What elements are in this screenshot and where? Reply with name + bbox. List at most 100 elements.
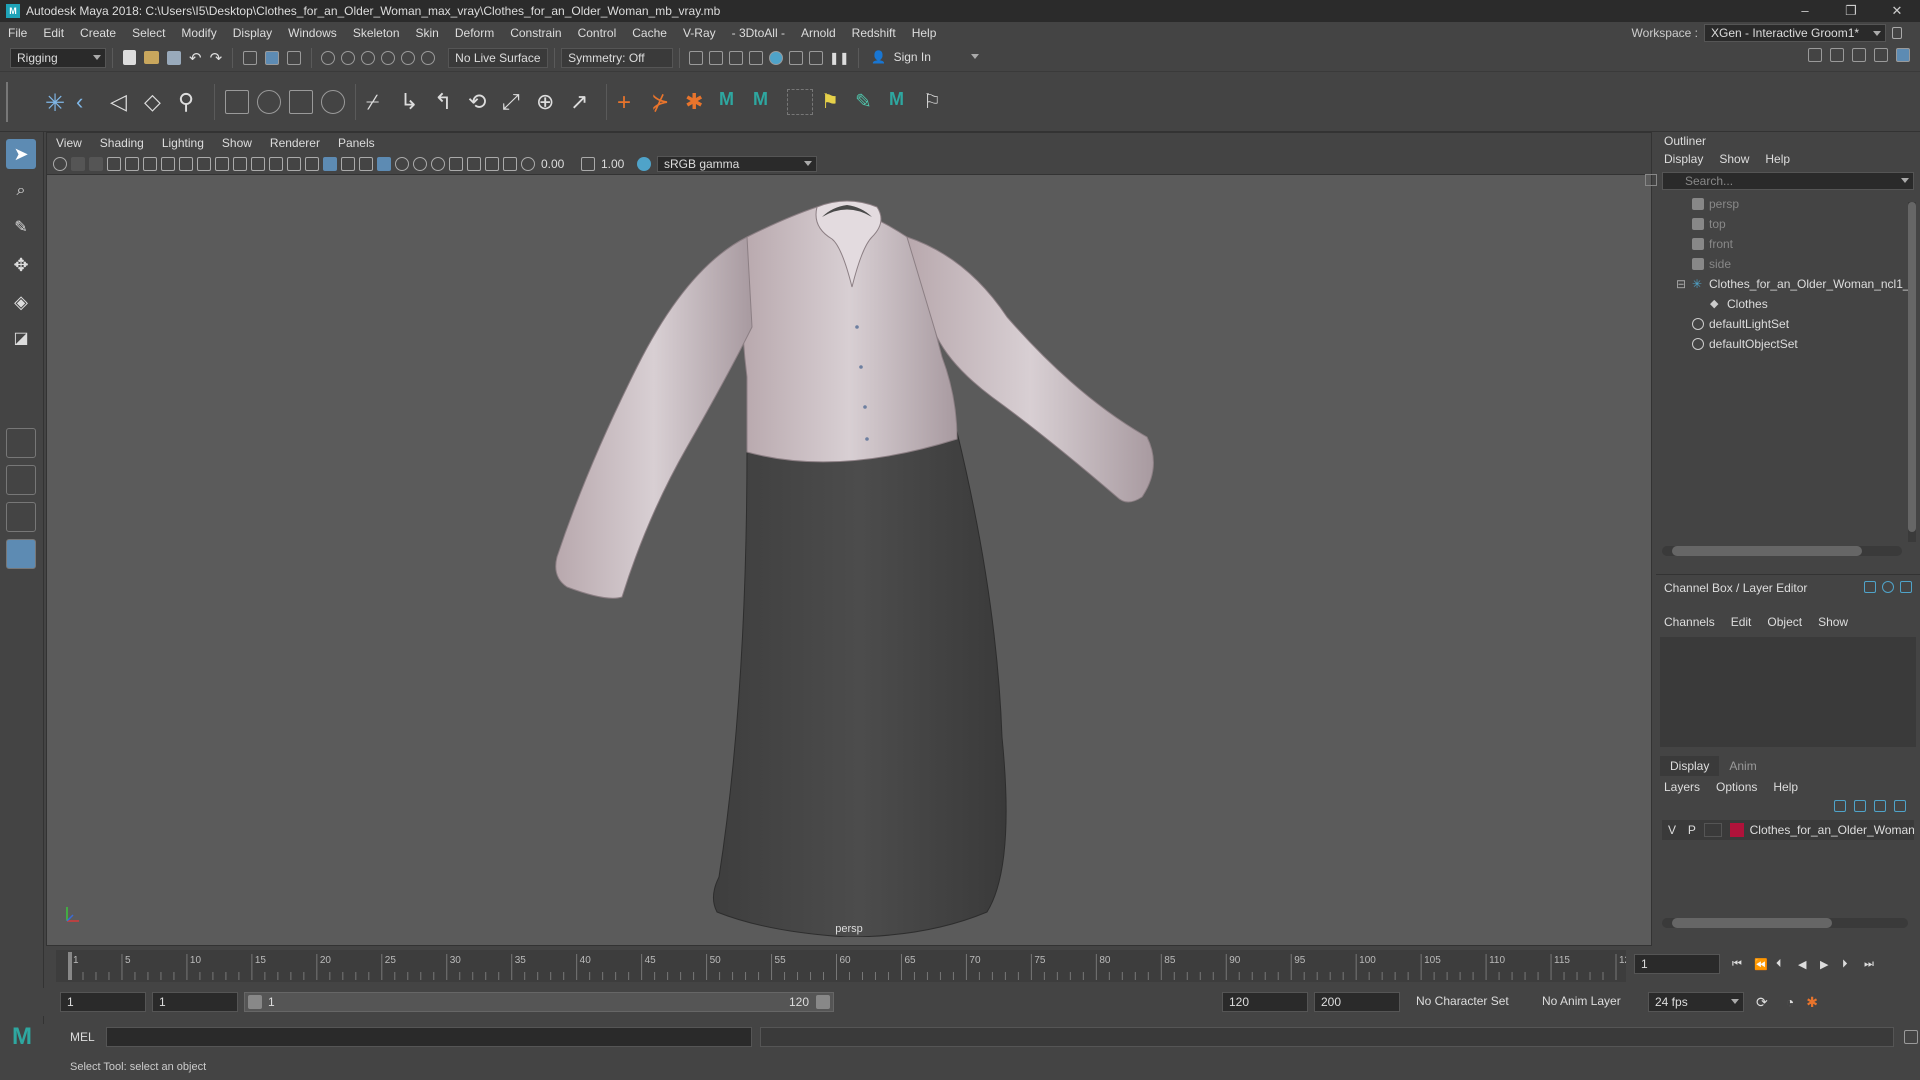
layer-editor-menu-item[interactable]: Help	[1765, 778, 1806, 796]
outliner-item[interactable]: top	[1692, 214, 1920, 234]
menu-item[interactable]: Skin	[408, 22, 447, 44]
snap-grid-icon[interactable]	[321, 50, 336, 65]
outliner-item[interactable]: persp	[1692, 194, 1920, 214]
2d-pan-zoom-icon[interactable]	[143, 156, 157, 171]
current-time-marker[interactable]	[68, 952, 72, 980]
exposure-icon[interactable]	[521, 156, 535, 171]
outliner-item[interactable]: ⊟ ✳ Clothes_for_an_Older_Woman_ncl1_	[1676, 274, 1920, 294]
motion-blur-icon[interactable]	[449, 156, 463, 171]
parent-constraint-icon[interactable]: ↳	[400, 89, 426, 115]
menu-item[interactable]: V-Ray	[675, 22, 724, 44]
grease-pencil-icon[interactable]	[161, 156, 175, 171]
live-surface-field[interactable]: No Live Surface	[448, 47, 549, 68]
layer-visibility-toggle[interactable]: V	[1662, 823, 1682, 837]
outliner-menu-item[interactable]: Display	[1656, 150, 1711, 168]
outliner-item[interactable]: defaultLightSet	[1692, 314, 1920, 334]
scrollbar-thumb[interactable]	[1672, 918, 1832, 928]
outliner-item[interactable]: ◆ Clothes	[1692, 294, 1920, 314]
outliner-item[interactable]: defaultObjectSet	[1692, 334, 1920, 354]
playback-start-field[interactable]: 1	[152, 992, 238, 1012]
menu-item[interactable]: Skeleton	[345, 22, 408, 44]
character-set-dropdown[interactable]: No Character Set	[1410, 992, 1530, 1012]
paint-weights-icon[interactable]	[257, 89, 281, 114]
search-filter-icon[interactable]	[1645, 174, 1657, 186]
wireframe-on-shaded-icon[interactable]	[341, 156, 355, 171]
channel-box-icon[interactable]	[1896, 48, 1910, 62]
layer-name[interactable]: Clothes_for_an_Older_Woman	[1750, 823, 1914, 837]
wireframe-icon[interactable]	[305, 156, 319, 171]
time-slider[interactable]: 1 5 10 15 20 25 30 35 40 45 50 55 60 65 70 75 80 85 90 95 10…	[56, 950, 1636, 982]
anim-preferences-icon[interactable]: ✱	[1806, 994, 1818, 1011]
film-gate-icon[interactable]	[197, 156, 211, 171]
select-camera-icon[interactable]	[53, 156, 67, 171]
menu-item[interactable]: Control	[570, 22, 625, 44]
lattice-icon[interactable]	[289, 89, 313, 114]
outliner-search-input[interactable]: Search...	[1645, 172, 1914, 190]
set-key-icon[interactable]: +	[617, 89, 643, 116]
smooth-shade-icon[interactable]	[323, 156, 337, 171]
grid-icon[interactable]	[179, 156, 193, 171]
layer-editor-menu-item[interactable]: Layers	[1656, 778, 1708, 796]
scrollbar-thumb[interactable]	[1908, 202, 1916, 532]
viewport-menu-item[interactable]: View	[47, 133, 91, 153]
camera-attributes-icon[interactable]	[89, 156, 103, 171]
render-view-icon[interactable]	[689, 50, 704, 65]
new-layer-icon[interactable]	[1874, 800, 1886, 812]
bookmarks-icon[interactable]	[107, 156, 121, 171]
step-back-frame-icon[interactable]: ⏴	[1776, 958, 1788, 970]
viewport-menu-item[interactable]: Shading	[91, 133, 153, 153]
two-pane-layout-icon[interactable]	[6, 502, 36, 532]
menu-item[interactable]: Help	[904, 22, 945, 44]
shadows-icon[interactable]	[395, 156, 409, 171]
outliner-item[interactable]: side	[1692, 254, 1920, 274]
new-layer-selected-icon[interactable]	[1894, 800, 1906, 812]
create-joints-icon[interactable]: ✳	[42, 89, 68, 117]
lasso-tool-icon[interactable]: ⌕	[6, 176, 36, 206]
playback-end-field[interactable]: 120	[1222, 992, 1308, 1012]
four-view-layout-icon[interactable]	[6, 465, 36, 495]
menu-item[interactable]: Arnold	[793, 22, 844, 44]
tool-settings-icon[interactable]	[1874, 48, 1888, 62]
menu-item[interactable]: Windows	[280, 22, 345, 44]
snap-point-icon[interactable]	[361, 50, 376, 65]
layer-row[interactable]: V P Clothes_for_an_Older_Woman	[1662, 820, 1914, 840]
field-chart-icon[interactable]	[251, 156, 265, 171]
fps-dropdown[interactable]: 24 fps	[1648, 992, 1744, 1012]
channel-box-menu-item[interactable]: Show	[1810, 613, 1856, 631]
locator-icon[interactable]: ⌿	[366, 89, 392, 115]
range-end-handle[interactable]	[816, 995, 830, 1009]
collapse-icon[interactable]: ⊟	[1676, 274, 1686, 294]
paint-select-icon[interactable]: ✎	[6, 213, 36, 243]
menu-item[interactable]: Display	[225, 22, 280, 44]
channel-box-expand-icon[interactable]	[1900, 581, 1912, 593]
symmetry-dropdown[interactable]: Symmetry: Off	[561, 47, 674, 68]
layer-editor-scrollbar[interactable]	[1662, 918, 1908, 928]
layer-editor-tab[interactable]: Anim	[1719, 756, 1766, 776]
orient-constraint-icon[interactable]: ⟲	[468, 89, 494, 115]
channel-box-menu-item[interactable]: Channels	[1656, 613, 1723, 631]
command-input[interactable]	[106, 1027, 752, 1047]
menu-item[interactable]: File	[0, 22, 35, 44]
sign-in-dropdown[interactable]: 👤 Sign In	[865, 48, 983, 68]
ik-handle-icon[interactable]: ‹	[76, 89, 102, 115]
script-editor-icon[interactable]	[1904, 1030, 1918, 1044]
cluster-icon[interactable]	[321, 89, 345, 114]
gamma-value[interactable]: 1.00	[601, 157, 631, 171]
select-by-hierarchy-icon[interactable]	[243, 50, 258, 65]
play-backwards-icon[interactable]: ◀	[1798, 958, 1810, 971]
channel-box-menu-item[interactable]: Object	[1759, 613, 1810, 631]
attribute-editor-icon[interactable]	[1852, 48, 1866, 62]
menu-item[interactable]: Select	[124, 22, 173, 44]
move-layer-down-icon[interactable]	[1854, 800, 1866, 812]
lock-icon[interactable]	[1892, 27, 1902, 39]
gamma-icon[interactable]	[581, 156, 595, 171]
insert-joint-icon[interactable]: ◇	[144, 89, 170, 115]
gate-mask-icon[interactable]	[233, 156, 247, 171]
hypershade-icon[interactable]	[769, 50, 784, 65]
menu-item[interactable]: Constrain	[502, 22, 569, 44]
quick-rig-icon[interactable]: ⚲	[178, 89, 204, 115]
shelf-tab-handle-icon[interactable]	[6, 81, 18, 122]
image-plane-icon[interactable]	[125, 156, 139, 171]
move-layer-up-icon[interactable]	[1834, 800, 1846, 812]
light-icon[interactable]: ⚑	[821, 89, 847, 115]
